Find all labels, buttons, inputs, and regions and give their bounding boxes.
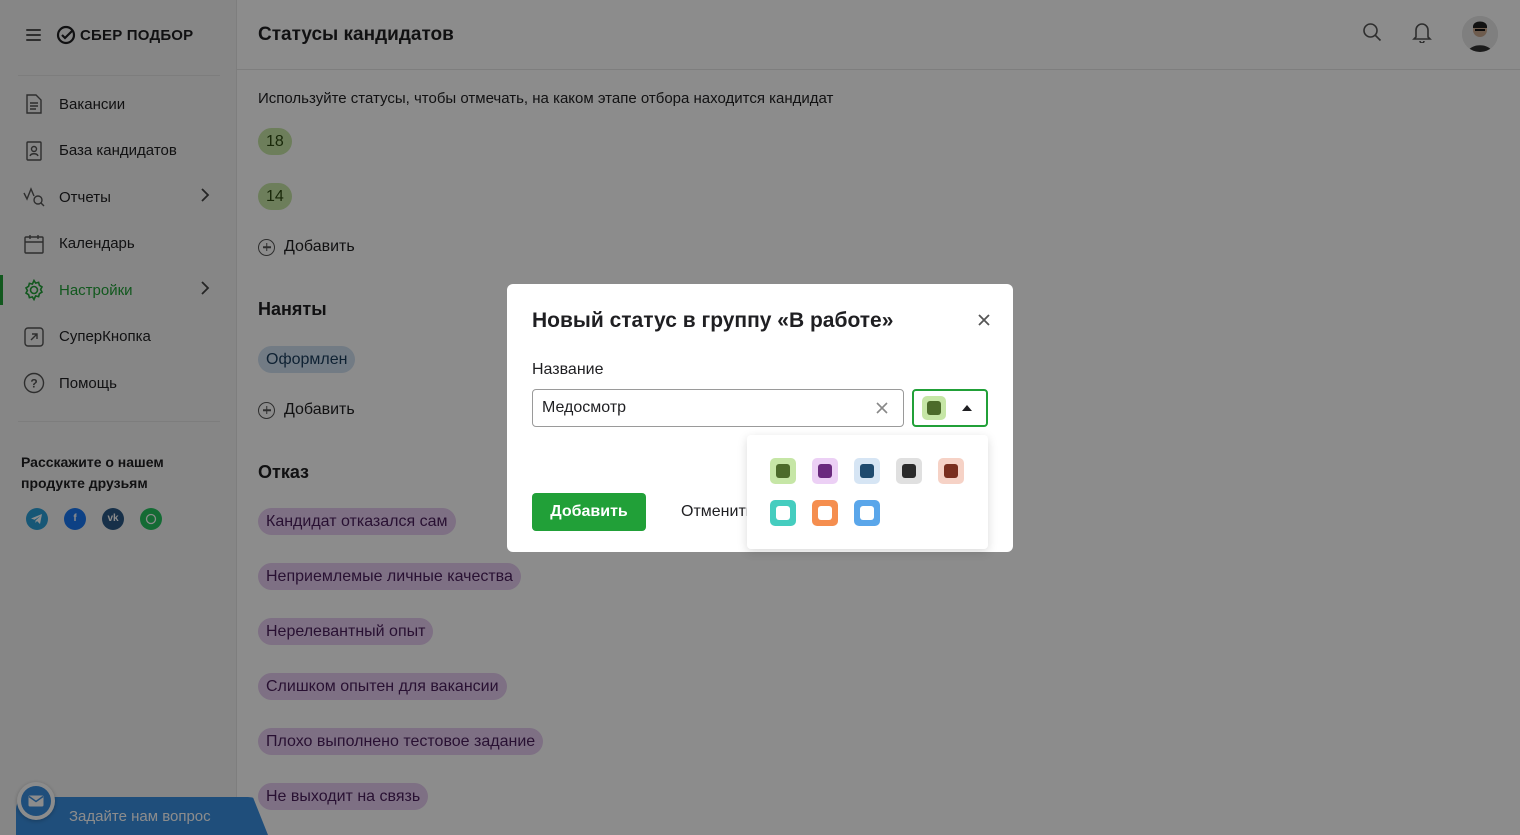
color-swatch[interactable]: [770, 458, 796, 484]
color-swatch[interactable]: [896, 458, 922, 484]
color-swatch[interactable]: [812, 500, 838, 526]
add-button[interactable]: Добавить: [532, 493, 646, 531]
close-icon[interactable]: [976, 312, 992, 328]
modal-title: Новый статус в группу «В работе»: [532, 309, 894, 332]
color-swatch[interactable]: [770, 500, 796, 526]
color-swatch[interactable]: [812, 458, 838, 484]
status-name-input[interactable]: [532, 389, 904, 427]
caret-up-icon: [962, 405, 972, 411]
color-dropdown: [747, 435, 988, 549]
field-label: Название: [532, 361, 604, 378]
color-swatch[interactable]: [938, 458, 964, 484]
cancel-button[interactable]: Отменить: [681, 493, 754, 531]
color-swatch[interactable]: [854, 458, 880, 484]
clear-icon[interactable]: [875, 401, 889, 415]
color-swatch[interactable]: [854, 500, 880, 526]
color-select[interactable]: [912, 389, 988, 427]
selected-color-swatch: [922, 396, 946, 420]
